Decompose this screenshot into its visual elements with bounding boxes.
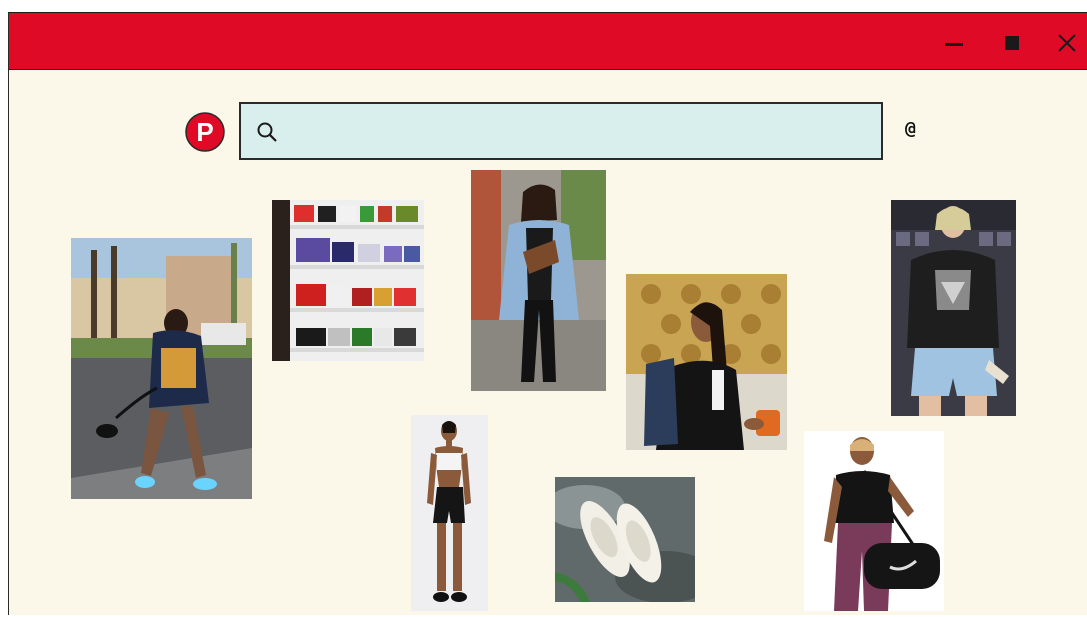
minimize-button[interactable] (941, 30, 967, 56)
photo-image (272, 200, 424, 361)
pin-denim-jacket-belt-bag[interactable] (471, 170, 606, 391)
pin-graphic-tee-denim-shorts[interactable] (891, 200, 1016, 416)
search-input[interactable] (289, 112, 873, 152)
photo-image (804, 431, 944, 611)
pin-sports-bra-shorts[interactable] (411, 415, 488, 611)
photo-image (626, 274, 787, 450)
logo-letter: P (196, 117, 213, 147)
pin-woman-backpack-coffee[interactable] (626, 274, 787, 450)
photo-image (555, 477, 695, 602)
maximize-button[interactable] (999, 30, 1025, 56)
app-window: P @ (8, 12, 1087, 615)
photo-image (471, 170, 606, 391)
search-icon (257, 122, 277, 142)
search-bar[interactable] (239, 102, 883, 160)
title-bar (9, 12, 1087, 70)
photo-image (71, 238, 252, 499)
pin-sneaker-shelf[interactable] (272, 200, 424, 361)
at-symbol[interactable]: @ (905, 118, 916, 139)
photo-image (411, 415, 488, 611)
app-logo[interactable]: P (183, 112, 227, 152)
logo-icon: P (185, 112, 225, 152)
pin-street-style-woman-sling-bag[interactable] (71, 238, 252, 499)
photo-image (891, 200, 1016, 416)
pin-duffel-bag-model[interactable] (804, 431, 944, 611)
maximize-icon (1005, 36, 1019, 50)
pin-white-slip-on-shoes[interactable] (555, 477, 695, 602)
close-icon (1058, 34, 1076, 52)
close-button[interactable] (1054, 30, 1080, 56)
minimize-icon (945, 43, 963, 46)
